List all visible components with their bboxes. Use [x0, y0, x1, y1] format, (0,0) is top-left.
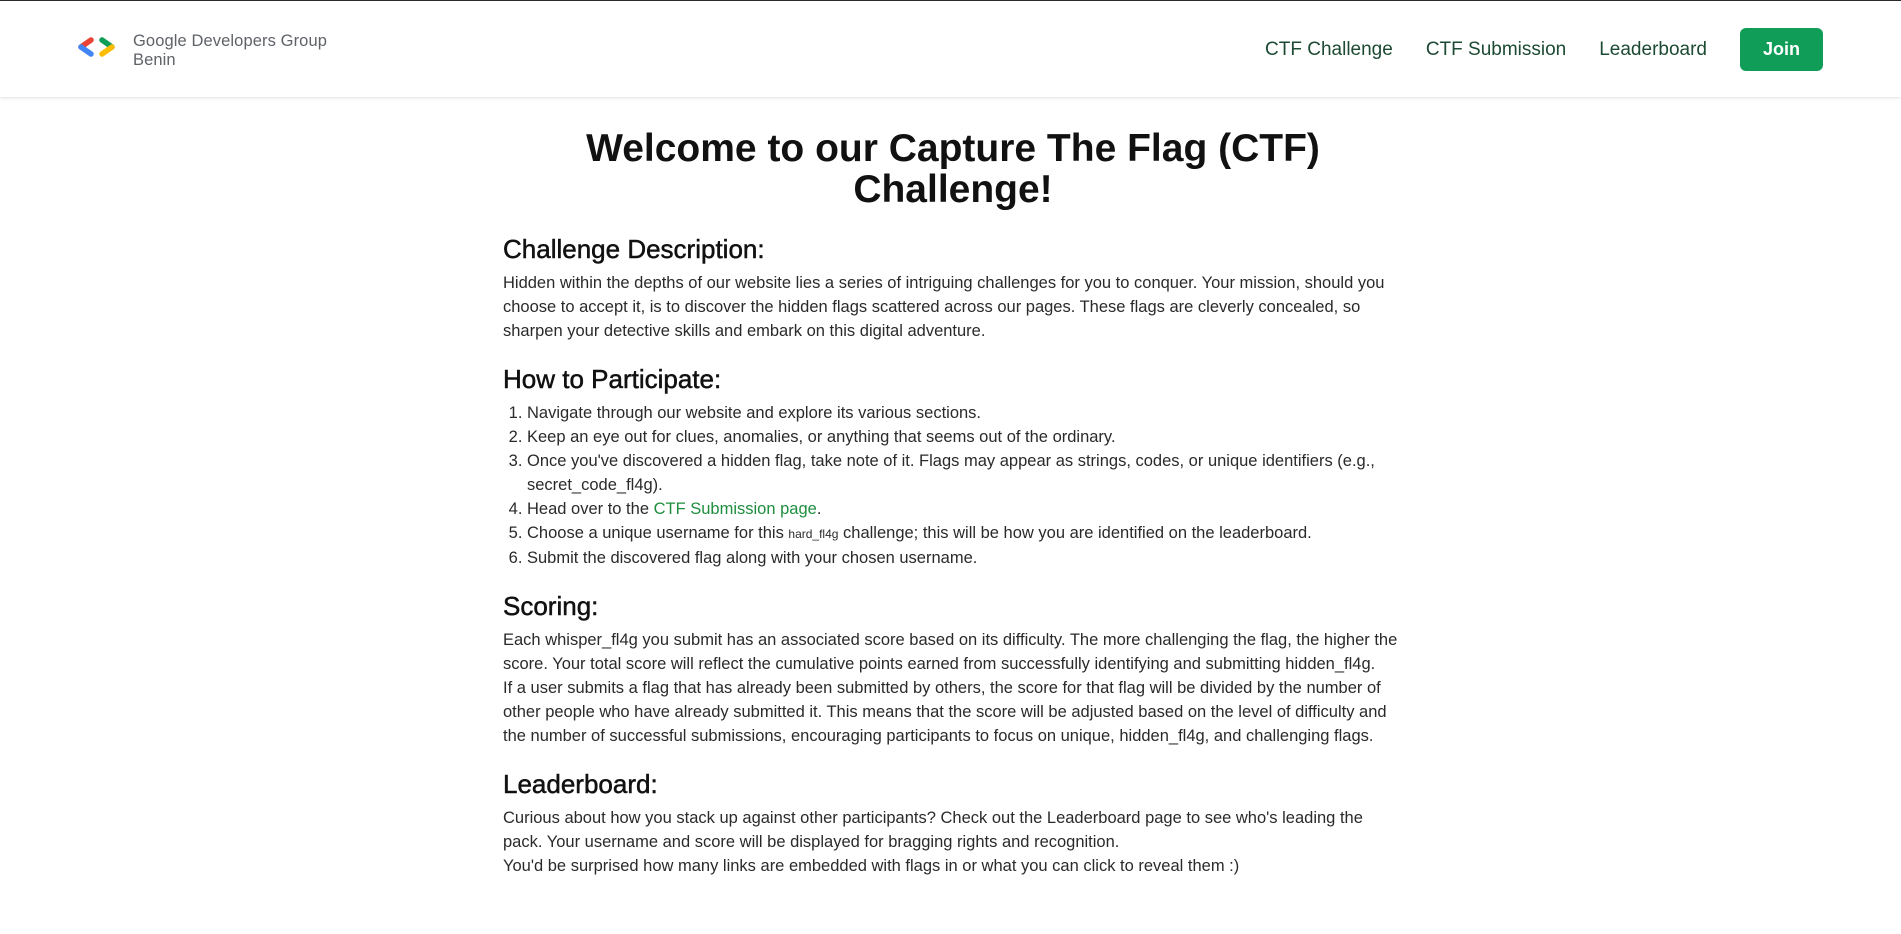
step-item: Choose a unique username for this hard_f…	[527, 521, 1403, 546]
challenge-description-heading: Challenge Description:	[503, 234, 765, 265]
challenge-description-text: Hidden within the depths of our website …	[503, 274, 1385, 340]
step-text: Head over to the	[527, 500, 654, 518]
challenge-description-section: Challenge Description: Hidden within the…	[503, 234, 1403, 343]
scoring-heading: Scoring:	[503, 591, 599, 622]
join-button[interactable]: Join	[1740, 28, 1823, 71]
ctf-submission-page-link[interactable]: CTF Submission page	[654, 500, 817, 518]
gdg-logo-link[interactable]: Google Developers Group Benin	[78, 32, 327, 70]
logo-line-1: Google Developers Group	[133, 32, 327, 50]
leaderboard-paragraph-1: Curious about how you stack up against o…	[503, 809, 1363, 851]
step-item: Submit the discovered flag along with yo…	[527, 546, 1403, 570]
leaderboard-section: Leaderboard: Curious about how you stack…	[503, 769, 1403, 878]
logo-line-2: Benin	[133, 51, 176, 69]
gdg-brackets-icon	[78, 37, 115, 57]
nav-leaderboard[interactable]: Leaderboard	[1599, 30, 1707, 70]
scoring-paragraph-2: If a user submits a flag that has alread…	[503, 679, 1387, 745]
step-item: Keep an eye out for clues, anomalies, or…	[527, 425, 1403, 449]
participate-section: How to Participate: Navigate through our…	[503, 364, 1403, 570]
scoring-section: Scoring: Each whisper_fl4g you submit ha…	[503, 591, 1403, 748]
nav-ctf-submission[interactable]: CTF Submission	[1426, 30, 1566, 70]
logo-text: Google Developers Group Benin	[133, 32, 327, 70]
step-text: .	[816, 500, 822, 518]
scoring-paragraph-1: Each whisper_fl4g you submit has an asso…	[503, 631, 1398, 673]
site-header: Google Developers Group Benin CTF Challe…	[0, 1, 1901, 97]
step-item: Navigate through our website and explore…	[527, 401, 1403, 425]
nav-ctf-challenge[interactable]: CTF Challenge	[1265, 30, 1393, 70]
step-item: Once you've discovered a hidden flag, ta…	[527, 449, 1403, 497]
step-text: Choose a unique username for this	[527, 524, 789, 542]
leaderboard-paragraph-2: You'd be surprised how many links are em…	[503, 857, 1240, 875]
step-item: Head over to the CTF Submission page.	[527, 497, 1403, 521]
participate-steps: Navigate through our website and explore…	[503, 401, 1403, 570]
page-title: Welcome to our Capture The Flag (CTF) Ch…	[586, 127, 1320, 211]
step-text: challenge; this will be how you are iden…	[838, 524, 1312, 542]
main-nav: CTF Challenge CTF Submission Leaderboard…	[1265, 28, 1823, 71]
leaderboard-heading: Leaderboard:	[503, 769, 658, 800]
main-content: Welcome to our Capture The Flag (CTF) Ch…	[503, 120, 1403, 878]
hidden-flag-text: hard_fl4g	[788, 527, 839, 541]
participate-heading: How to Participate:	[503, 364, 722, 395]
